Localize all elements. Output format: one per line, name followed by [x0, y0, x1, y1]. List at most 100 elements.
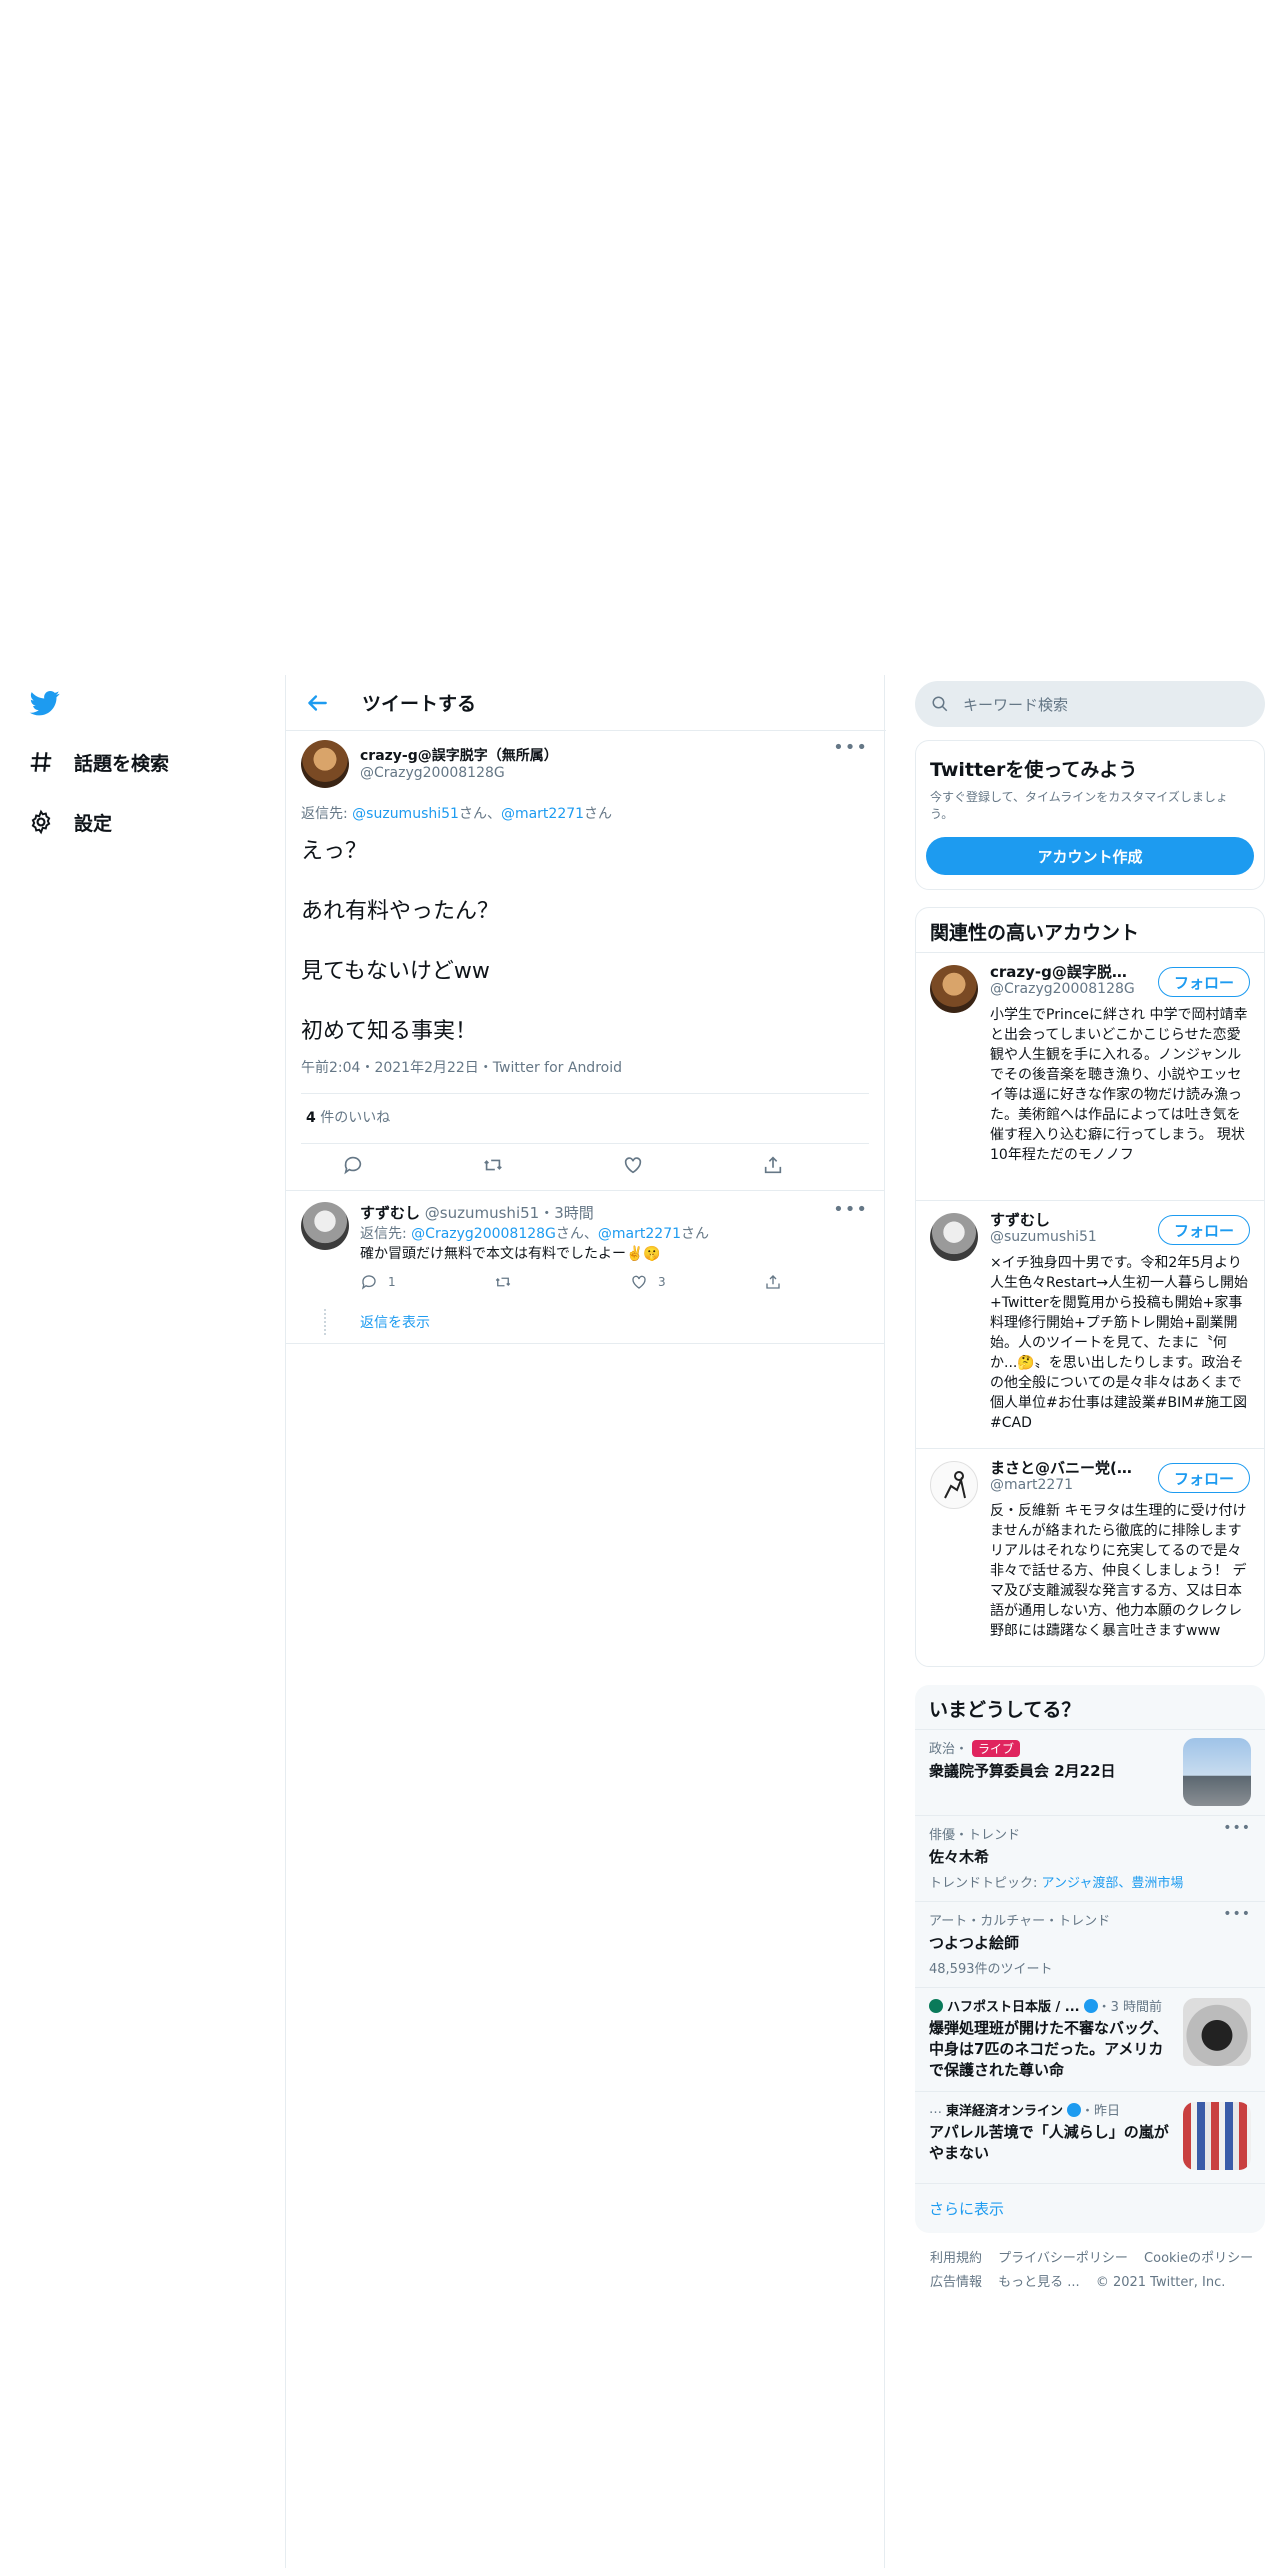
- retweet-icon[interactable]: [482, 1154, 504, 1180]
- share-icon[interactable]: [764, 1273, 782, 1295]
- avatar[interactable]: [930, 1213, 978, 1261]
- account-name[interactable]: まさと@バニー党(し…: [990, 1457, 1140, 1478]
- trends-card: いまどうしてる？ 政治・ ライブ 衆議院予算委員会 2月22日 俳優・トレンド •…: [915, 1685, 1265, 2233]
- footer-link[interactable]: もっと見る ...: [998, 2275, 1080, 2290]
- account-handle[interactable]: @Crazyg20008128G: [990, 981, 1135, 997]
- reply-mention-link[interactable]: @suzumushi51: [352, 806, 459, 822]
- trends-title: いまどうしてる？: [929, 1699, 1081, 1721]
- page-title: ツイートする: [362, 693, 477, 715]
- tweet-text: 確か冒頭だけ無料で本文は有料でしたよー✌️🤫: [360, 1246, 661, 1262]
- reply-icon[interactable]: [342, 1154, 364, 1180]
- back-arrow-icon[interactable]: [304, 690, 330, 716]
- avatar[interactable]: [301, 740, 349, 788]
- search-box[interactable]: キーワード検索: [915, 681, 1265, 727]
- like-icon[interactable]: [622, 1154, 644, 1180]
- main-column: ツイートする crazy-g@誤字脱字（無所属） @Crazyg20008128…: [285, 675, 886, 2568]
- sidebar-item-explore[interactable]: 話題を検索: [28, 742, 169, 782]
- follow-suggestion[interactable]: すずむし @suzumushi51 フォロー ×イチ独身四十男です。令和2年5月…: [916, 1200, 1264, 1448]
- likes-count: 4: [306, 1110, 316, 1126]
- news-source-line: … 東洋経済オンライン ・昨日: [929, 2100, 1120, 2119]
- trend-item[interactable]: 俳優・トレンド ••• 佐々木希 トレンドトピック: アンジャ渡部、豊洲市場: [915, 1815, 1265, 1901]
- signup-description: 今すぐ登録して、タイムラインをカスタマイズしましょう。: [930, 790, 1228, 821]
- sidebar-item-label: 話題を検索: [74, 752, 170, 775]
- avatar[interactable]: [930, 965, 978, 1013]
- signup-card: Twitterを使ってみよう 今すぐ登録して、タイムラインをカスタマイズしましょ…: [915, 740, 1265, 890]
- share-icon[interactable]: [762, 1154, 784, 1180]
- trend-tweet-count: 48,593件のツイート: [929, 1962, 1053, 1977]
- show-replies-link[interactable]: 返信を表示: [360, 1312, 430, 1332]
- news-item[interactable]: … 東洋経済オンライン ・昨日 アパレル苦境で「人減らし」の嵐がやまない: [915, 2091, 1265, 2183]
- trend-item[interactable]: 政治・ ライブ 衆議院予算委員会 2月22日: [915, 1729, 1265, 1815]
- who-to-follow-title: 関連性の高いアカウント: [930, 922, 1140, 944]
- follow-suggestion[interactable]: crazy-g@誤字脱字（無所属） @Crazyg20008128G フォロー …: [916, 952, 1264, 1200]
- tweet-line: えっ？: [301, 839, 368, 864]
- live-badge: ライブ: [972, 1740, 1021, 1757]
- trend-topic-links[interactable]: アンジャ渡部、豊洲市場: [1042, 1876, 1184, 1891]
- avatar[interactable]: [930, 1461, 978, 1509]
- news-item[interactable]: ハフポスト日本版 / ... ・3 時間前 爆弾処理班が開けた不審なバッグ、中身…: [915, 1987, 1265, 2091]
- reply-mention-link[interactable]: @mart2271: [501, 806, 584, 822]
- author-handle[interactable]: @suzumushi51: [425, 1204, 539, 1222]
- reply-context: 返信先: @suzumushi51さん、@mart2271さん: [301, 803, 612, 823]
- like-action[interactable]: 3: [630, 1273, 666, 1291]
- author-name[interactable]: crazy-g@誤字脱字（無所属）: [360, 745, 558, 765]
- author-handle[interactable]: @Crazyg20008128G: [360, 765, 505, 781]
- reply-mention-link[interactable]: @Crazyg20008128G: [411, 1226, 556, 1242]
- follow-button[interactable]: フォロー: [1158, 1215, 1250, 1245]
- search-input[interactable]: キーワード検索: [963, 694, 1068, 715]
- reply-prefix: 返信先:: [360, 1226, 407, 1242]
- news-time: ・昨日: [1081, 2104, 1121, 2119]
- tweet-time[interactable]: ・3時間: [539, 1204, 594, 1222]
- account-handle[interactable]: @mart2271: [990, 1477, 1073, 1493]
- reply-action[interactable]: 1: [360, 1273, 396, 1291]
- follow-button[interactable]: フォロー: [1158, 1463, 1250, 1493]
- retweet-icon[interactable]: [494, 1273, 512, 1295]
- news-title: アパレル苦境で「人減らし」の嵐がやまない: [929, 2123, 1169, 2162]
- news-title: 爆弾処理班が開けた不審なバッグ、中身は7匹のネコだった。アメリカで保護された尊い…: [929, 2019, 1168, 2079]
- trend-topics-prefix: トレンドトピック:: [929, 1876, 1042, 1891]
- trend-topics: トレンドトピック: アンジャ渡部、豊洲市場: [929, 1872, 1183, 1891]
- show-more-row[interactable]: さらに表示: [915, 2183, 1265, 2233]
- trend-title: つよつよ絵師: [929, 1934, 1020, 1952]
- likes-summary[interactable]: 4 件のいいね: [306, 1107, 390, 1127]
- account-name[interactable]: crazy-g@誤字脱字（無所属）: [990, 961, 1140, 982]
- reply-suffix: さん: [681, 1226, 710, 1242]
- reply-icon: [361, 1275, 376, 1290]
- author-name[interactable]: すずむし: [360, 1204, 420, 1222]
- sidebar-item-settings[interactable]: 設定: [28, 802, 112, 842]
- reply-suffix: さん: [584, 806, 613, 822]
- tweet-line: 見てもないけどww: [301, 959, 490, 984]
- more-options-icon[interactable]: •••: [1223, 1906, 1251, 1922]
- like-count: 3: [658, 1275, 666, 1289]
- follow-button[interactable]: フォロー: [1158, 967, 1250, 997]
- account-bio: ×イチ独身四十男です。令和2年5月より人生色々Restart→人生初一人暮らし開…: [990, 1255, 1249, 1431]
- source-logo-icon: …: [929, 2102, 942, 2117]
- tweet-timestamp[interactable]: 午前2:04・2021年2月22日・Twitter for Android: [301, 1057, 622, 1077]
- more-options-icon[interactable]: •••: [1223, 1820, 1251, 1836]
- reply-separator: さん、: [458, 806, 501, 822]
- page-header: ツイートする: [286, 675, 886, 731]
- more-options-icon[interactable]: •••: [833, 737, 868, 758]
- reply-context: 返信先: @Crazyg20008128Gさん、@mart2271さん: [360, 1223, 709, 1243]
- likes-label: 件のいいね: [315, 1110, 391, 1126]
- follow-suggestion[interactable]: まさと@バニー党(し… @mart2271 フォロー 反・反維新 キモヲタは生理…: [916, 1448, 1264, 1666]
- create-account-button[interactable]: アカウント作成: [926, 837, 1254, 875]
- more-options-icon[interactable]: •••: [833, 1199, 868, 1220]
- trend-category: 政治・: [929, 1742, 969, 1757]
- copyright: © 2021 Twitter, Inc.: [1095, 2275, 1226, 2290]
- reply-mention-link[interactable]: @mart2271: [598, 1226, 681, 1242]
- news-source-line: ハフポスト日本版 / ... ・3 時間前: [929, 1996, 1162, 2015]
- account-name[interactable]: すずむし: [990, 1209, 1140, 1230]
- trend-item[interactable]: アート・カルチャー・トレンド ••• つよつよ絵師 48,593件のツイート: [915, 1901, 1265, 1987]
- footer-link[interactable]: プライバシーポリシー: [998, 2251, 1128, 2266]
- tweet-line: 初めて知る事実！: [301, 1019, 478, 1044]
- avatar[interactable]: [301, 1202, 349, 1250]
- show-more-link[interactable]: さらに表示: [929, 2198, 1004, 2219]
- account-bio: 小学生でPrinceに絆され 中学で岡村靖幸と出会ってしまいどこかこじらせた恋愛…: [990, 1007, 1248, 1163]
- search-icon: [932, 696, 948, 712]
- account-handle[interactable]: @suzumushi51: [990, 1229, 1097, 1245]
- footer-link[interactable]: Cookieのポリシー: [1144, 2251, 1253, 2266]
- footer-link[interactable]: 利用規約: [930, 2251, 982, 2266]
- twitter-logo-icon[interactable]: [28, 688, 62, 718]
- footer-link[interactable]: 広告情報: [930, 2275, 982, 2290]
